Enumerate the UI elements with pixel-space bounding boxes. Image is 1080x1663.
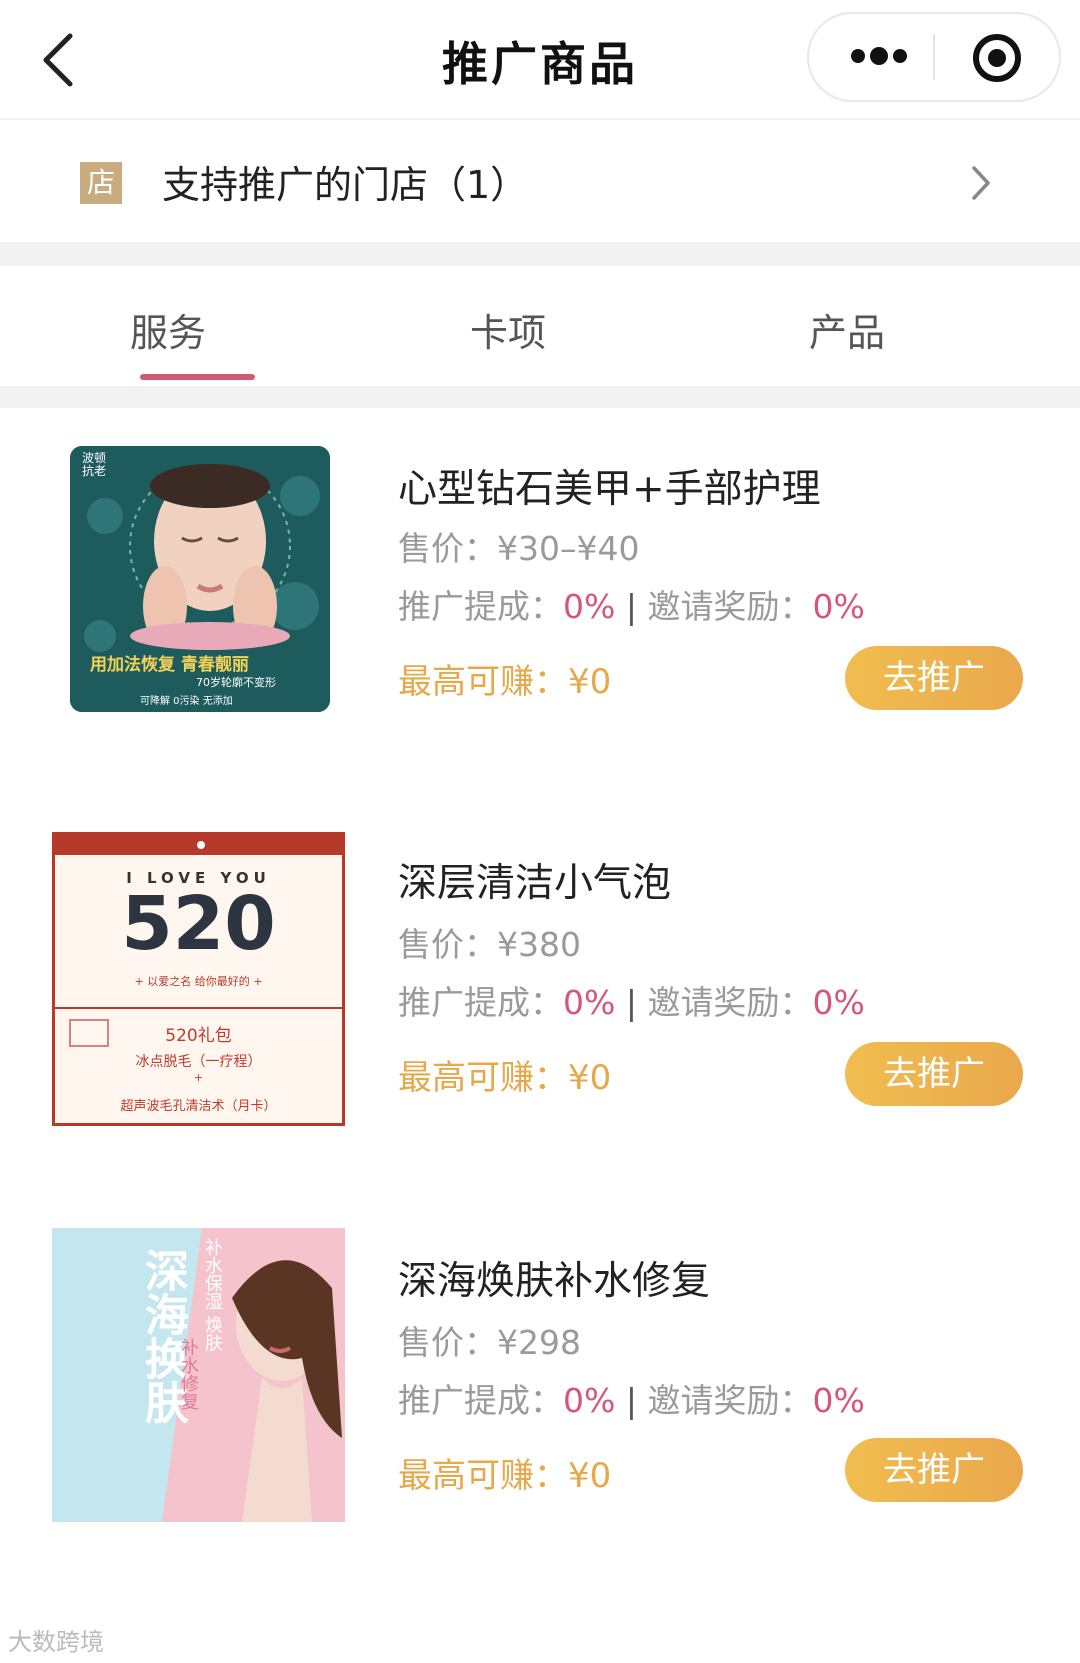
- image-caption: 520礼包: [165, 1026, 232, 1046]
- earn-label: 最高可赚：: [398, 1058, 568, 1098]
- image-caption: 可降解 0污染 无添加: [140, 696, 233, 707]
- earn-value: ¥0: [568, 1058, 612, 1098]
- commission-label: 推广提成：: [398, 587, 563, 626]
- product-image: 深海换肤 补水保湿 焕肤 补水修复: [52, 1228, 345, 1522]
- price-label: 售价：: [398, 925, 497, 964]
- watermark: 大数跨境: [8, 1628, 104, 1656]
- commission-info: 推广提成：0% | 邀请奖励：0%: [398, 1374, 865, 1422]
- invite-value: 0%: [812, 983, 865, 1022]
- image-caption: 补水保湿 焕肤: [202, 1238, 223, 1352]
- mini-program-capsule: [807, 12, 1061, 102]
- price-value: ¥380: [497, 925, 581, 964]
- commission-value: 0%: [563, 1381, 616, 1420]
- more-dots-icon[interactable]: [849, 44, 909, 68]
- max-earn: 最高可赚：¥0: [398, 654, 611, 703]
- image-caption: 冰点脱毛（一疗程）: [135, 1054, 262, 1070]
- tab-product[interactable]: 产品: [747, 302, 947, 357]
- image-big-number: 520: [121, 881, 276, 967]
- image-caption: +: [193, 1071, 204, 1084]
- commission-info: 推广提成：0% | 邀请奖励：0%: [398, 976, 865, 1024]
- commission-label: 推广提成：: [398, 983, 563, 1022]
- commission-info: 推广提成：0% | 邀请奖励：0%: [398, 580, 865, 628]
- section-gap: [0, 242, 1080, 266]
- capsule-divider: [933, 34, 935, 80]
- earn-value: ¥0: [568, 662, 612, 702]
- max-earn: 最高可赚：¥0: [398, 1448, 611, 1497]
- product-image: I LOVE YOU 520 + 以爱之名 给你最好的 + 520礼包 冰点脱毛…: [52, 832, 345, 1126]
- promote-button[interactable]: 去推广: [845, 1438, 1023, 1502]
- info-separator: |: [625, 587, 637, 626]
- image-caption: 用加法恢复 青春靓丽: [90, 655, 249, 675]
- product-price: 售价：¥380: [398, 918, 581, 966]
- info-separator: |: [625, 983, 637, 1022]
- image-caption: 补水修复: [178, 1338, 199, 1410]
- category-tabs: 服务 卡项 产品: [0, 266, 1080, 386]
- invite-label: 邀请奖励：: [647, 1381, 813, 1420]
- store-badge: 店: [80, 162, 122, 204]
- invite-value: 0%: [812, 587, 865, 626]
- price-label: 售价：: [398, 1323, 497, 1362]
- invite-label: 邀请奖励：: [647, 983, 813, 1022]
- info-separator: |: [625, 1381, 637, 1420]
- section-gap: [0, 386, 1080, 408]
- product-name: 深层清洁小气泡: [398, 861, 672, 906]
- product-image: 波顿 抗老 用加法恢复 青春靓丽 70岁轮廓不变形 可降解 0污染 无添加: [70, 446, 330, 712]
- tab-service[interactable]: 服务: [68, 302, 268, 357]
- invite-label: 邀请奖励：: [647, 587, 813, 626]
- product-card[interactable]: 波顿 抗老 用加法恢复 青春靓丽 70岁轮廓不变形 可降解 0污染 无添加 心型…: [0, 408, 1080, 828]
- supported-stores-row[interactable]: 店 支持推广的门店（1）: [0, 120, 1080, 242]
- product-name: 深海焕肤补水修复: [398, 1259, 711, 1304]
- active-tab-indicator: [140, 374, 255, 380]
- earn-value: ¥0: [568, 1456, 612, 1496]
- promote-button[interactable]: 去推广: [845, 1042, 1023, 1106]
- brand-corner-text: 波顿 抗老: [82, 451, 107, 478]
- price-value: ¥30–¥40: [497, 529, 640, 568]
- earn-label: 最高可赚：: [398, 1456, 568, 1496]
- promote-button[interactable]: 去推广: [845, 646, 1023, 710]
- product-price: 售价：¥298: [398, 1316, 581, 1364]
- chevron-right-icon: [972, 166, 990, 200]
- nav-bar: 推广商品: [0, 0, 1080, 120]
- commission-value: 0%: [563, 983, 616, 1022]
- image-divider: [55, 1007, 342, 1009]
- target-circle-icon[interactable]: [971, 32, 1023, 84]
- tab-card[interactable]: 卡项: [408, 302, 608, 357]
- calendar-ring: [197, 841, 205, 849]
- earn-label: 最高可赚：: [398, 662, 568, 702]
- commission-value: 0%: [563, 587, 616, 626]
- product-name: 心型钻石美甲+手部护理: [398, 467, 821, 512]
- image-caption: 超声波毛孔清洁术（月卡）: [120, 1099, 277, 1114]
- invite-value: 0%: [812, 1381, 865, 1420]
- price-label: 售价：: [398, 529, 497, 568]
- image-caption: + 以爱之名 给你最好的 +: [134, 975, 263, 988]
- product-price: 售价：¥30–¥40: [398, 522, 639, 570]
- product-card[interactable]: 深海换肤 补水保湿 焕肤 补水修复 深海焕肤补水修复 售价：¥298 推广提成：…: [0, 1180, 1080, 1600]
- max-earn: 最高可赚：¥0: [398, 1050, 611, 1099]
- product-card[interactable]: I LOVE YOU 520 + 以爱之名 给你最好的 + 520礼包 冰点脱毛…: [0, 782, 1080, 1202]
- commission-label: 推广提成：: [398, 1381, 563, 1420]
- price-value: ¥298: [497, 1323, 581, 1362]
- image-caption: 70岁轮廓不变形: [196, 676, 276, 689]
- supported-stores-label: 支持推广的门店（1）: [162, 163, 529, 207]
